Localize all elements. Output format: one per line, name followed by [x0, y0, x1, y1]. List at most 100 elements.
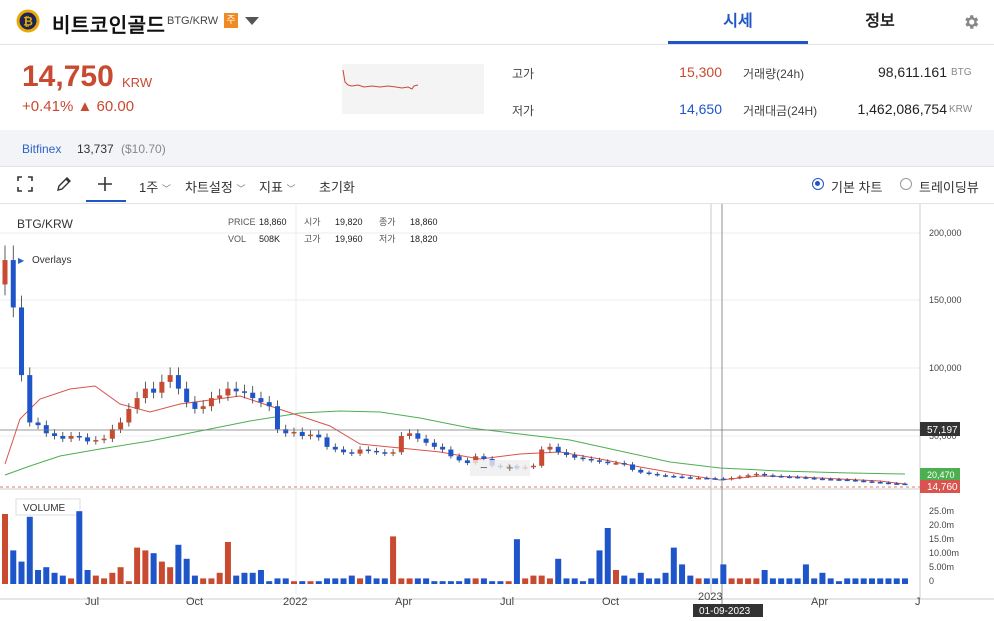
candle-body [43, 425, 49, 434]
volume-bar [191, 575, 198, 584]
overlays-toggle[interactable]: Overlays [32, 255, 71, 266]
crosshair-tool-button[interactable] [86, 166, 126, 202]
candle-body [778, 475, 784, 478]
chart-settings-menu[interactable]: 차트설정 ﹀ [185, 177, 245, 196]
triangle-right-icon[interactable]: ▶ [18, 256, 25, 265]
candle-body [679, 476, 685, 479]
volume-bar [464, 578, 471, 584]
candle-body [869, 481, 875, 483]
candle-body [258, 398, 264, 403]
candle-body [737, 476, 743, 479]
basic-chart-radio[interactable] [812, 178, 824, 190]
candle-body [828, 479, 834, 481]
candle-body [803, 477, 809, 479]
ma-short-line [4, 385, 906, 485]
volume-bar [761, 570, 768, 584]
volume-bar [868, 578, 875, 584]
legend-open-label: 시가 [304, 217, 321, 227]
volume-bar [109, 572, 116, 584]
volume-bar [340, 578, 347, 584]
bitcoin-gold-logo-icon: ₿ [16, 9, 40, 33]
volume-bar [431, 581, 438, 584]
tab-info[interactable]: 정보 [810, 0, 950, 44]
vol-tick-4: 5.00m [929, 562, 954, 572]
x-tick-4: Jul [500, 596, 514, 608]
volume-bar [266, 581, 273, 584]
volume-bar [522, 578, 529, 584]
volume-bar [183, 558, 190, 584]
legend-price-label: PRICE [228, 217, 256, 227]
candle-body [19, 307, 25, 376]
volume-bar [745, 578, 752, 584]
volume-bar [687, 575, 694, 584]
zoom-controls[interactable]: − + [470, 460, 530, 476]
volume-bar [150, 553, 157, 584]
candle-body [324, 437, 330, 447]
legend-high-label: 고가 [304, 234, 321, 244]
exchange-name-link[interactable]: Bitfinex [22, 142, 61, 156]
candle-body [885, 482, 891, 485]
zoom-in-icon[interactable]: + [506, 460, 514, 475]
chevron-down-icon[interactable] [245, 17, 259, 25]
interval-select[interactable]: 1주 ﹀ [139, 177, 171, 196]
candle-body [151, 388, 157, 393]
candle-body [2, 260, 8, 285]
candle-body [365, 449, 371, 452]
volume-bar [233, 575, 240, 584]
legend-vol-label: VOL [228, 234, 246, 244]
candle-body [753, 473, 759, 476]
candle-body [316, 434, 322, 438]
volume-bar [224, 542, 231, 584]
reset-button[interactable]: 초기화 [319, 177, 355, 196]
candle-body [382, 452, 388, 454]
volume-bar [439, 581, 446, 584]
price-chart[interactable]: 200,000 150,000 100,000 50,000 57,197 20… [0, 204, 994, 621]
candle-body [175, 375, 181, 389]
gear-icon[interactable] [962, 13, 980, 31]
volume-bar [885, 578, 892, 584]
candle-body [547, 446, 553, 450]
volume-bar [472, 578, 479, 584]
volume-bar [76, 511, 83, 584]
interval-label: 1주 [139, 180, 159, 195]
candle-body [398, 436, 404, 453]
candle-body [539, 449, 545, 466]
indicators-menu[interactable]: 지표 ﹀ [259, 177, 296, 196]
tab-quote[interactable]: 시세 [668, 0, 808, 44]
zoom-out-icon[interactable]: − [480, 460, 488, 475]
volume-bar [571, 578, 578, 584]
tradingview-radio[interactable] [900, 178, 912, 190]
candle-body [101, 438, 107, 441]
candle-body [712, 478, 718, 480]
legend-close-value: 18,860 [410, 217, 438, 227]
volume-bar [902, 578, 908, 584]
volume-bar [811, 578, 818, 584]
vol-tick-0: 25.0m [929, 506, 954, 516]
candle-body [167, 375, 173, 382]
volume-bar [414, 578, 421, 584]
volume-bar [596, 550, 603, 584]
volume-bar [827, 578, 834, 584]
tradingview-label[interactable]: 트레이딩뷰 [919, 177, 979, 196]
volume-bar [167, 567, 174, 584]
svg-text:₿: ₿ [23, 15, 33, 29]
x-tick-5: Oct [602, 596, 619, 608]
legend-low-label: 저가 [379, 234, 396, 244]
basic-chart-label[interactable]: 기본 차트 [831, 177, 882, 196]
candle-body [27, 375, 33, 423]
x-tick-3: Apr [395, 596, 412, 608]
candle-body [663, 475, 669, 477]
volume-bar [712, 578, 719, 584]
pencil-icon[interactable] [56, 176, 72, 192]
price-tick-2: 100,000 [929, 363, 962, 373]
volume-bar [68, 578, 75, 584]
volume-bar [695, 578, 702, 584]
fullscreen-icon[interactable] [17, 176, 33, 192]
price-change: +0.41% ▲ 60.00 [22, 98, 134, 115]
volume-bar [274, 578, 281, 584]
vol-tick-2: 15.0m [929, 534, 954, 544]
candle-body [795, 476, 801, 479]
candle-body [390, 452, 396, 454]
vol-tick-5: 0 [929, 576, 934, 586]
volume-bar [307, 581, 314, 584]
